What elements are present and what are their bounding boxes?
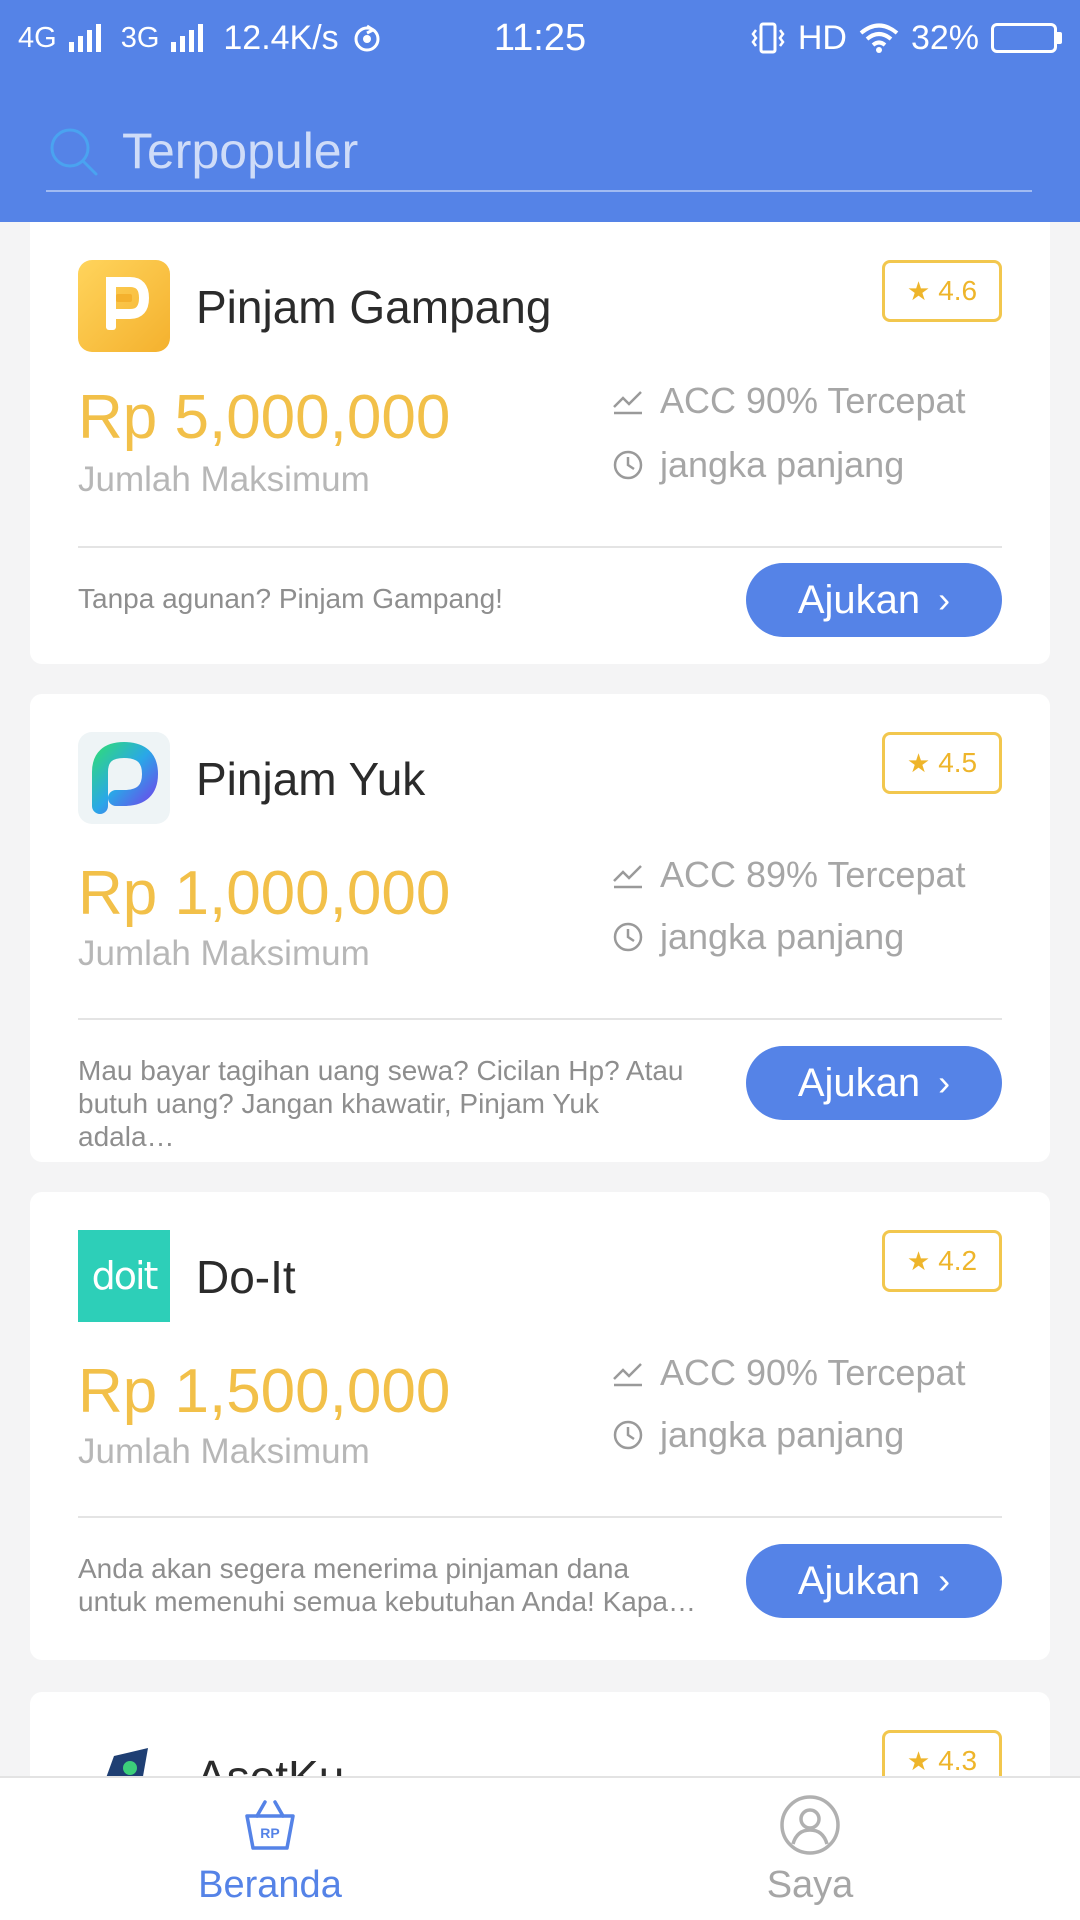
loan-card[interactable]: Pinjam Gampang ★ 4.6 Rp 5,000,000 Jumlah… [30,222,1050,664]
network-speed: 12.4K/s [223,18,339,57]
signal-icon [68,24,101,52]
chevron-right-icon: › [938,1062,951,1103]
network-label-2: 3G [120,21,160,54]
app-description: Anda akan segera menerima pinjaman dana … [78,1553,696,1617]
bottom-nav: RP Beranda Saya [0,1776,1080,1920]
trend-icon [613,865,642,889]
tab-profile[interactable]: Saya [540,1778,1080,1920]
app-description: Mau bayar tagihan uang sewa? Cicilan Hp?… [78,1055,684,1152]
approval-rate-text: ACC 90% Tercepat [660,1352,966,1393]
apply-button[interactable]: Ajukan › [746,1046,1002,1120]
battery-icon [991,23,1062,53]
screen: 4G 3G 12.4K/s 11:25 HD 32% Terpopuler Pi… [0,0,1080,1920]
status-left: 4G 3G 12.4K/s [18,19,383,58]
sync-icon [354,24,380,52]
apply-button-label: Ajukan [797,1558,921,1603]
apply-button[interactable]: Ajukan › [746,1544,1002,1618]
divider [78,1018,1002,1020]
approval-rate-text: ACC 90% Tercepat [660,380,966,421]
do-it-logo-icon: doit [78,1230,170,1322]
loan-card[interactable]: Pinjam Yuk ★ 4.5 Rp 1,000,000 Jumlah Mak… [30,694,1050,1162]
max-amount: Rp 1,500,000 [78,1357,451,1426]
star-icon: ★ [906,275,931,306]
amount-label: Jumlah Maksimum [78,934,370,973]
status-right: HD 32% [750,19,1062,58]
loan-term: jangka panjang [612,916,904,958]
app-name: Pinjam Yuk [196,753,426,805]
search-input[interactable]: Terpopuler [122,122,358,180]
rating-value: 4.6 [938,275,978,306]
app-name: Do-It [196,1251,296,1303]
approval-rate-text: ACC 89% Tercepat [660,854,966,895]
tab-home-label: Beranda [198,1864,342,1906]
loan-term: jangka panjang [612,1414,904,1456]
loan-term-text: jangka panjang [660,1414,905,1455]
clock-icon [613,450,643,480]
hd-label: HD [797,18,847,57]
rating-value: 4.2 [938,1245,978,1276]
vibrate-icon [751,22,785,54]
approval-rate: ACC 90% Tercepat [612,380,966,422]
apply-button[interactable]: Ajukan › [746,563,1002,637]
pinjam-gampang-logo-icon [78,260,170,352]
signal-icon [171,24,204,52]
trend-icon [613,1363,642,1387]
app-description: Tanpa agunan? Pinjam Gampang! [78,583,503,614]
loan-term-text: jangka panjang [660,444,905,485]
star-icon: ★ [906,1745,931,1776]
trend-icon [613,391,642,415]
battery-percent: 32% [910,18,979,57]
loan-term-text: jangka panjang [660,916,905,957]
amount-label: Jumlah Maksimum [78,460,370,499]
star-icon: ★ [906,1245,931,1276]
basket-rp-icon-text: RP [260,1825,279,1841]
pinjam-yuk-logo-icon [78,732,170,824]
header: 4G 3G 12.4K/s 11:25 HD 32% Terpopuler [0,0,1080,222]
tab-home[interactable]: RP Beranda [0,1778,540,1920]
apply-button-label: Ajukan [797,577,921,622]
max-amount: Rp 5,000,000 [78,383,451,452]
search-bar[interactable]: Terpopuler [46,112,1032,192]
star-icon: ★ [906,747,931,778]
rating-badge: ★ 4.6 [882,260,1002,322]
chevron-right-icon: › [938,1560,951,1601]
chevron-right-icon: › [938,579,951,620]
max-amount: Rp 1,000,000 [78,859,451,928]
clock-icon [613,1420,643,1450]
amount-label: Jumlah Maksimum [78,1432,370,1471]
app-name: Pinjam Gampang [196,281,552,333]
status-bar: 4G 3G 12.4K/s 11:25 HD 32% [0,0,1080,76]
network-label-1: 4G [18,21,57,54]
wifi-icon [859,23,899,53]
search-icon [50,128,98,176]
clock-icon [613,922,643,952]
tab-profile-label: Saya [766,1864,854,1906]
apply-button-label: Ajukan [797,1060,921,1105]
basket-rp-icon: RP [245,1800,295,1850]
loan-term: jangka panjang [612,444,904,486]
divider [78,1516,1002,1518]
divider [78,546,1002,548]
approval-rate: ACC 90% Tercepat [612,1352,966,1394]
do-it-logo-text: doit [91,1254,159,1298]
user-icon [780,1795,840,1855]
rating-badge: ★ 4.5 [882,732,1002,794]
rating-value: 4.5 [938,747,978,778]
approval-rate: ACC 89% Tercepat [612,854,966,896]
loan-card[interactable]: doit Do-It ★ 4.2 Rp 1,500,000 Jumlah Mak… [30,1192,1050,1660]
rating-badge: ★ 4.2 [882,1230,1002,1292]
rating-value: 4.3 [938,1745,978,1776]
